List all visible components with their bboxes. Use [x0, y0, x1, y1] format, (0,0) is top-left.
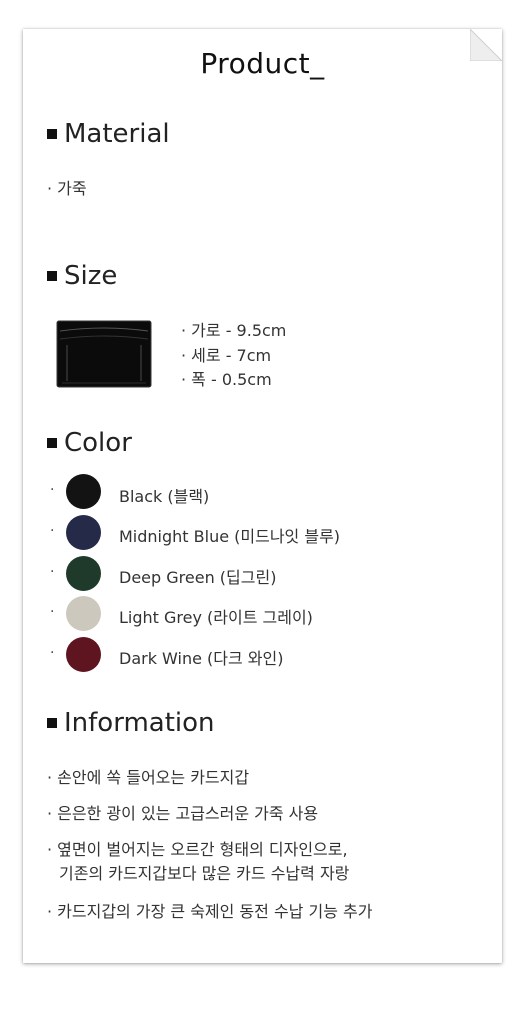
size-height: · 세로 - 7cm	[181, 346, 272, 365]
info-item: · 손안에 쏙 들어오는 카드지갑	[47, 768, 250, 787]
swatch-black	[66, 474, 101, 509]
product-sheet: Product_ Material · 가죽 Size · 가로 - 9.5cm…	[23, 29, 502, 963]
color-bullet: ·	[50, 645, 55, 661]
heading-bullet-icon	[47, 718, 57, 728]
swatch-light-grey	[66, 596, 101, 631]
size-heading: Size	[47, 261, 117, 291]
heading-bullet-icon	[47, 271, 57, 281]
color-name-midnight-blue: Midnight Blue (미드나잇 블루)	[119, 527, 341, 546]
color-bullet: ·	[50, 482, 55, 498]
information-heading: Information	[47, 708, 215, 738]
card-wallet-image	[56, 320, 152, 388]
color-name-black: Black (블랙)	[119, 487, 210, 506]
swatch-dark-wine	[66, 637, 101, 672]
material-item: · 가죽	[47, 179, 87, 198]
color-heading-label: Color	[64, 428, 132, 458]
swatch-deep-green	[66, 556, 101, 591]
material-heading-label: Material	[64, 119, 170, 149]
size-heading-label: Size	[64, 261, 118, 291]
info-item: · 옆면이 벌어지는 오르간 형태의 디자인으로,	[47, 840, 348, 859]
size-width: · 가로 - 9.5cm	[181, 321, 287, 340]
info-item: · 은은한 광이 있는 고급스러운 가죽 사용	[47, 804, 319, 823]
info-item: · 카드지갑의 가장 큰 숙제인 동전 수납 기능 추가	[47, 902, 373, 921]
information-heading-label: Information	[64, 708, 215, 738]
info-item-continued: 기존의 카드지갑보다 많은 카드 수납력 자랑	[59, 864, 350, 883]
page-title: Product_	[200, 47, 325, 80]
heading-bullet-icon	[47, 438, 57, 448]
color-bullet: ·	[50, 604, 55, 620]
color-name-dark-wine: Dark Wine (다크 와인)	[119, 649, 284, 668]
color-heading: Color	[47, 428, 132, 458]
heading-bullet-icon	[47, 129, 57, 139]
size-depth: · 폭 - 0.5cm	[181, 370, 272, 389]
swatch-midnight-blue	[66, 515, 101, 550]
color-bullet: ·	[50, 523, 55, 539]
color-name-deep-green: Deep Green (딥그린)	[119, 568, 277, 587]
material-heading: Material	[47, 119, 170, 149]
color-bullet: ·	[50, 564, 55, 580]
color-name-light-grey: Light Grey (라이트 그레이)	[119, 608, 313, 627]
